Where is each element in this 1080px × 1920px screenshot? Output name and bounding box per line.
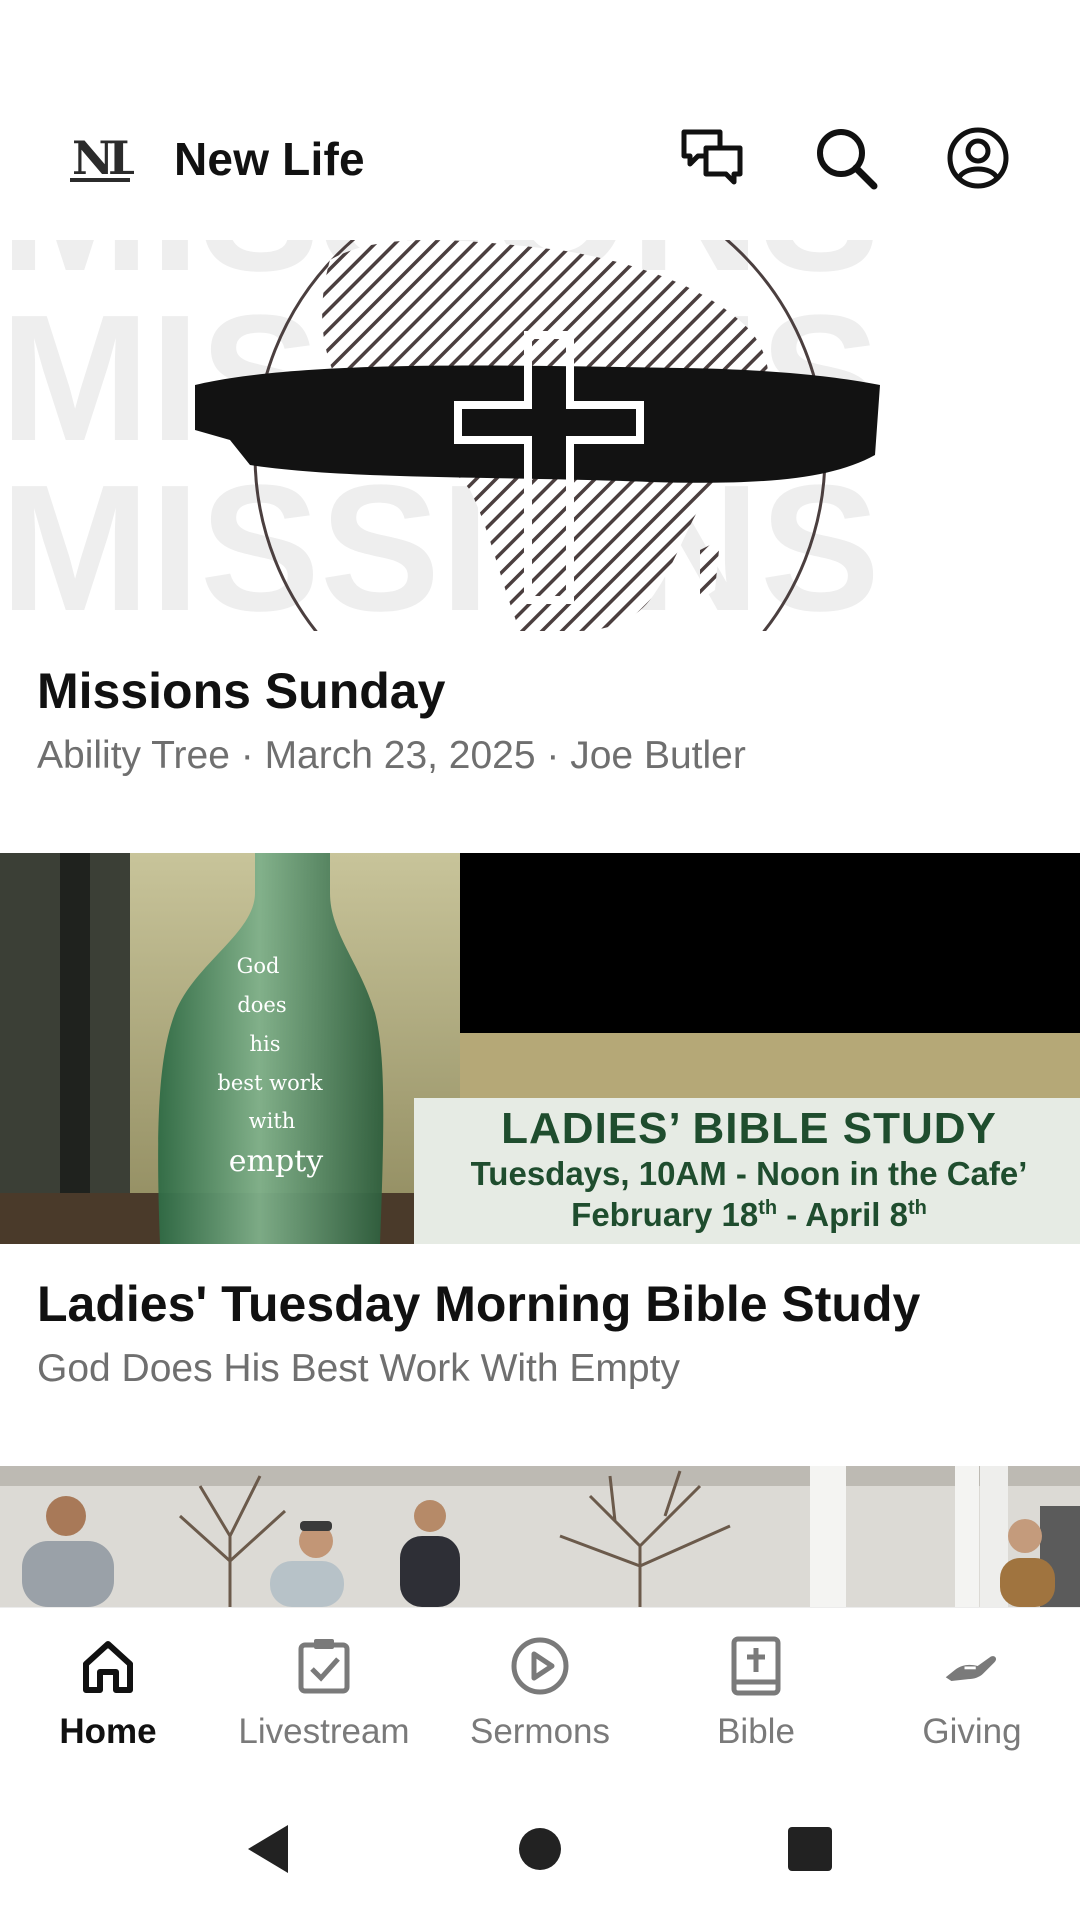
- bottle-text: God: [237, 954, 280, 978]
- chat-icon: [681, 129, 743, 185]
- banner-line-1: Tuesdays, 10AM - Noon in the Cafe’: [471, 1155, 1028, 1192]
- back-button[interactable]: [232, 1813, 304, 1885]
- banner-line-2: February 18th - April 8th: [571, 1196, 927, 1233]
- system-navigation-bar: [0, 1777, 1080, 1920]
- home-system-button[interactable]: [504, 1813, 576, 1885]
- account-button[interactable]: [942, 122, 1014, 194]
- giving-hand-icon: [942, 1636, 1002, 1696]
- card-subtitle: Ability Tree · March 23, 2025 · Joe Butl…: [37, 734, 746, 777]
- bottom-tab-bar: Home Livestream Sermons Bible Giving: [0, 1607, 1080, 1777]
- bottle-text: empty: [229, 1144, 323, 1179]
- tab-bible[interactable]: Bible: [648, 1608, 864, 1778]
- card-subtitle: God Does His Best Work With Empty: [37, 1347, 680, 1390]
- tab-label: Sermons: [469, 1712, 611, 1751]
- tab-label: Giving: [922, 1712, 1022, 1751]
- chat-button[interactable]: [677, 122, 749, 194]
- search-button[interactable]: [810, 122, 882, 194]
- feed-card-missions-sunday[interactable]: MISSIONS MISSIONS MISSIONS MISSIONS Miss…: [0, 240, 1080, 853]
- tab-home[interactable]: Home: [0, 1608, 216, 1778]
- app-header: NL New Life: [0, 88, 1080, 228]
- card-title: Missions Sunday: [37, 663, 446, 719]
- tab-sermons[interactable]: Sermons: [432, 1608, 648, 1778]
- tab-label: Livestream: [238, 1712, 410, 1751]
- ladies-bible-study-image: God does his best work with empty LADIES…: [0, 853, 1080, 1244]
- search-icon: [817, 129, 878, 190]
- missions-bg-word: MISSIONS: [0, 618, 880, 631]
- app-title: New Life: [174, 133, 365, 185]
- bible-icon: [726, 1636, 786, 1696]
- svg-text:NL: NL: [72, 131, 134, 185]
- bottle-text: his: [249, 1032, 280, 1056]
- feed-card-workday[interactable]: [0, 1466, 1080, 1607]
- banner-title: LADIES’ BIBLE STUDY: [501, 1104, 997, 1153]
- back-icon: [248, 1825, 288, 1873]
- workday-photo-image: [0, 1466, 1080, 1607]
- bottle-text: does: [237, 993, 286, 1017]
- play-circle-icon: [510, 1636, 570, 1696]
- new-life-logo-icon: NL: [70, 128, 146, 188]
- recents-icon: [788, 1827, 832, 1871]
- tab-label: Home: [59, 1712, 157, 1751]
- card-title: Ladies' Tuesday Morning Bible Study: [37, 1276, 921, 1332]
- feed-card-ladies-bible-study[interactable]: God does his best work with empty LADIES…: [0, 853, 1080, 1466]
- tab-livestream[interactable]: Livestream: [216, 1608, 432, 1778]
- tab-giving[interactable]: Giving: [864, 1608, 1080, 1778]
- feed-list[interactable]: MISSIONS MISSIONS MISSIONS MISSIONS Miss…: [0, 240, 1080, 1607]
- missions-sunday-image: MISSIONS MISSIONS MISSIONS MISSIONS: [0, 240, 1080, 631]
- clipboard-check-icon: [294, 1636, 354, 1696]
- bottle-text: with: [249, 1109, 296, 1133]
- home-icon: [78, 1636, 138, 1696]
- bottle-text: best work: [217, 1071, 322, 1095]
- home-circle-icon: [519, 1828, 561, 1870]
- account-icon: [947, 127, 1009, 189]
- recents-button[interactable]: [774, 1813, 846, 1885]
- tab-label: Bible: [717, 1712, 795, 1751]
